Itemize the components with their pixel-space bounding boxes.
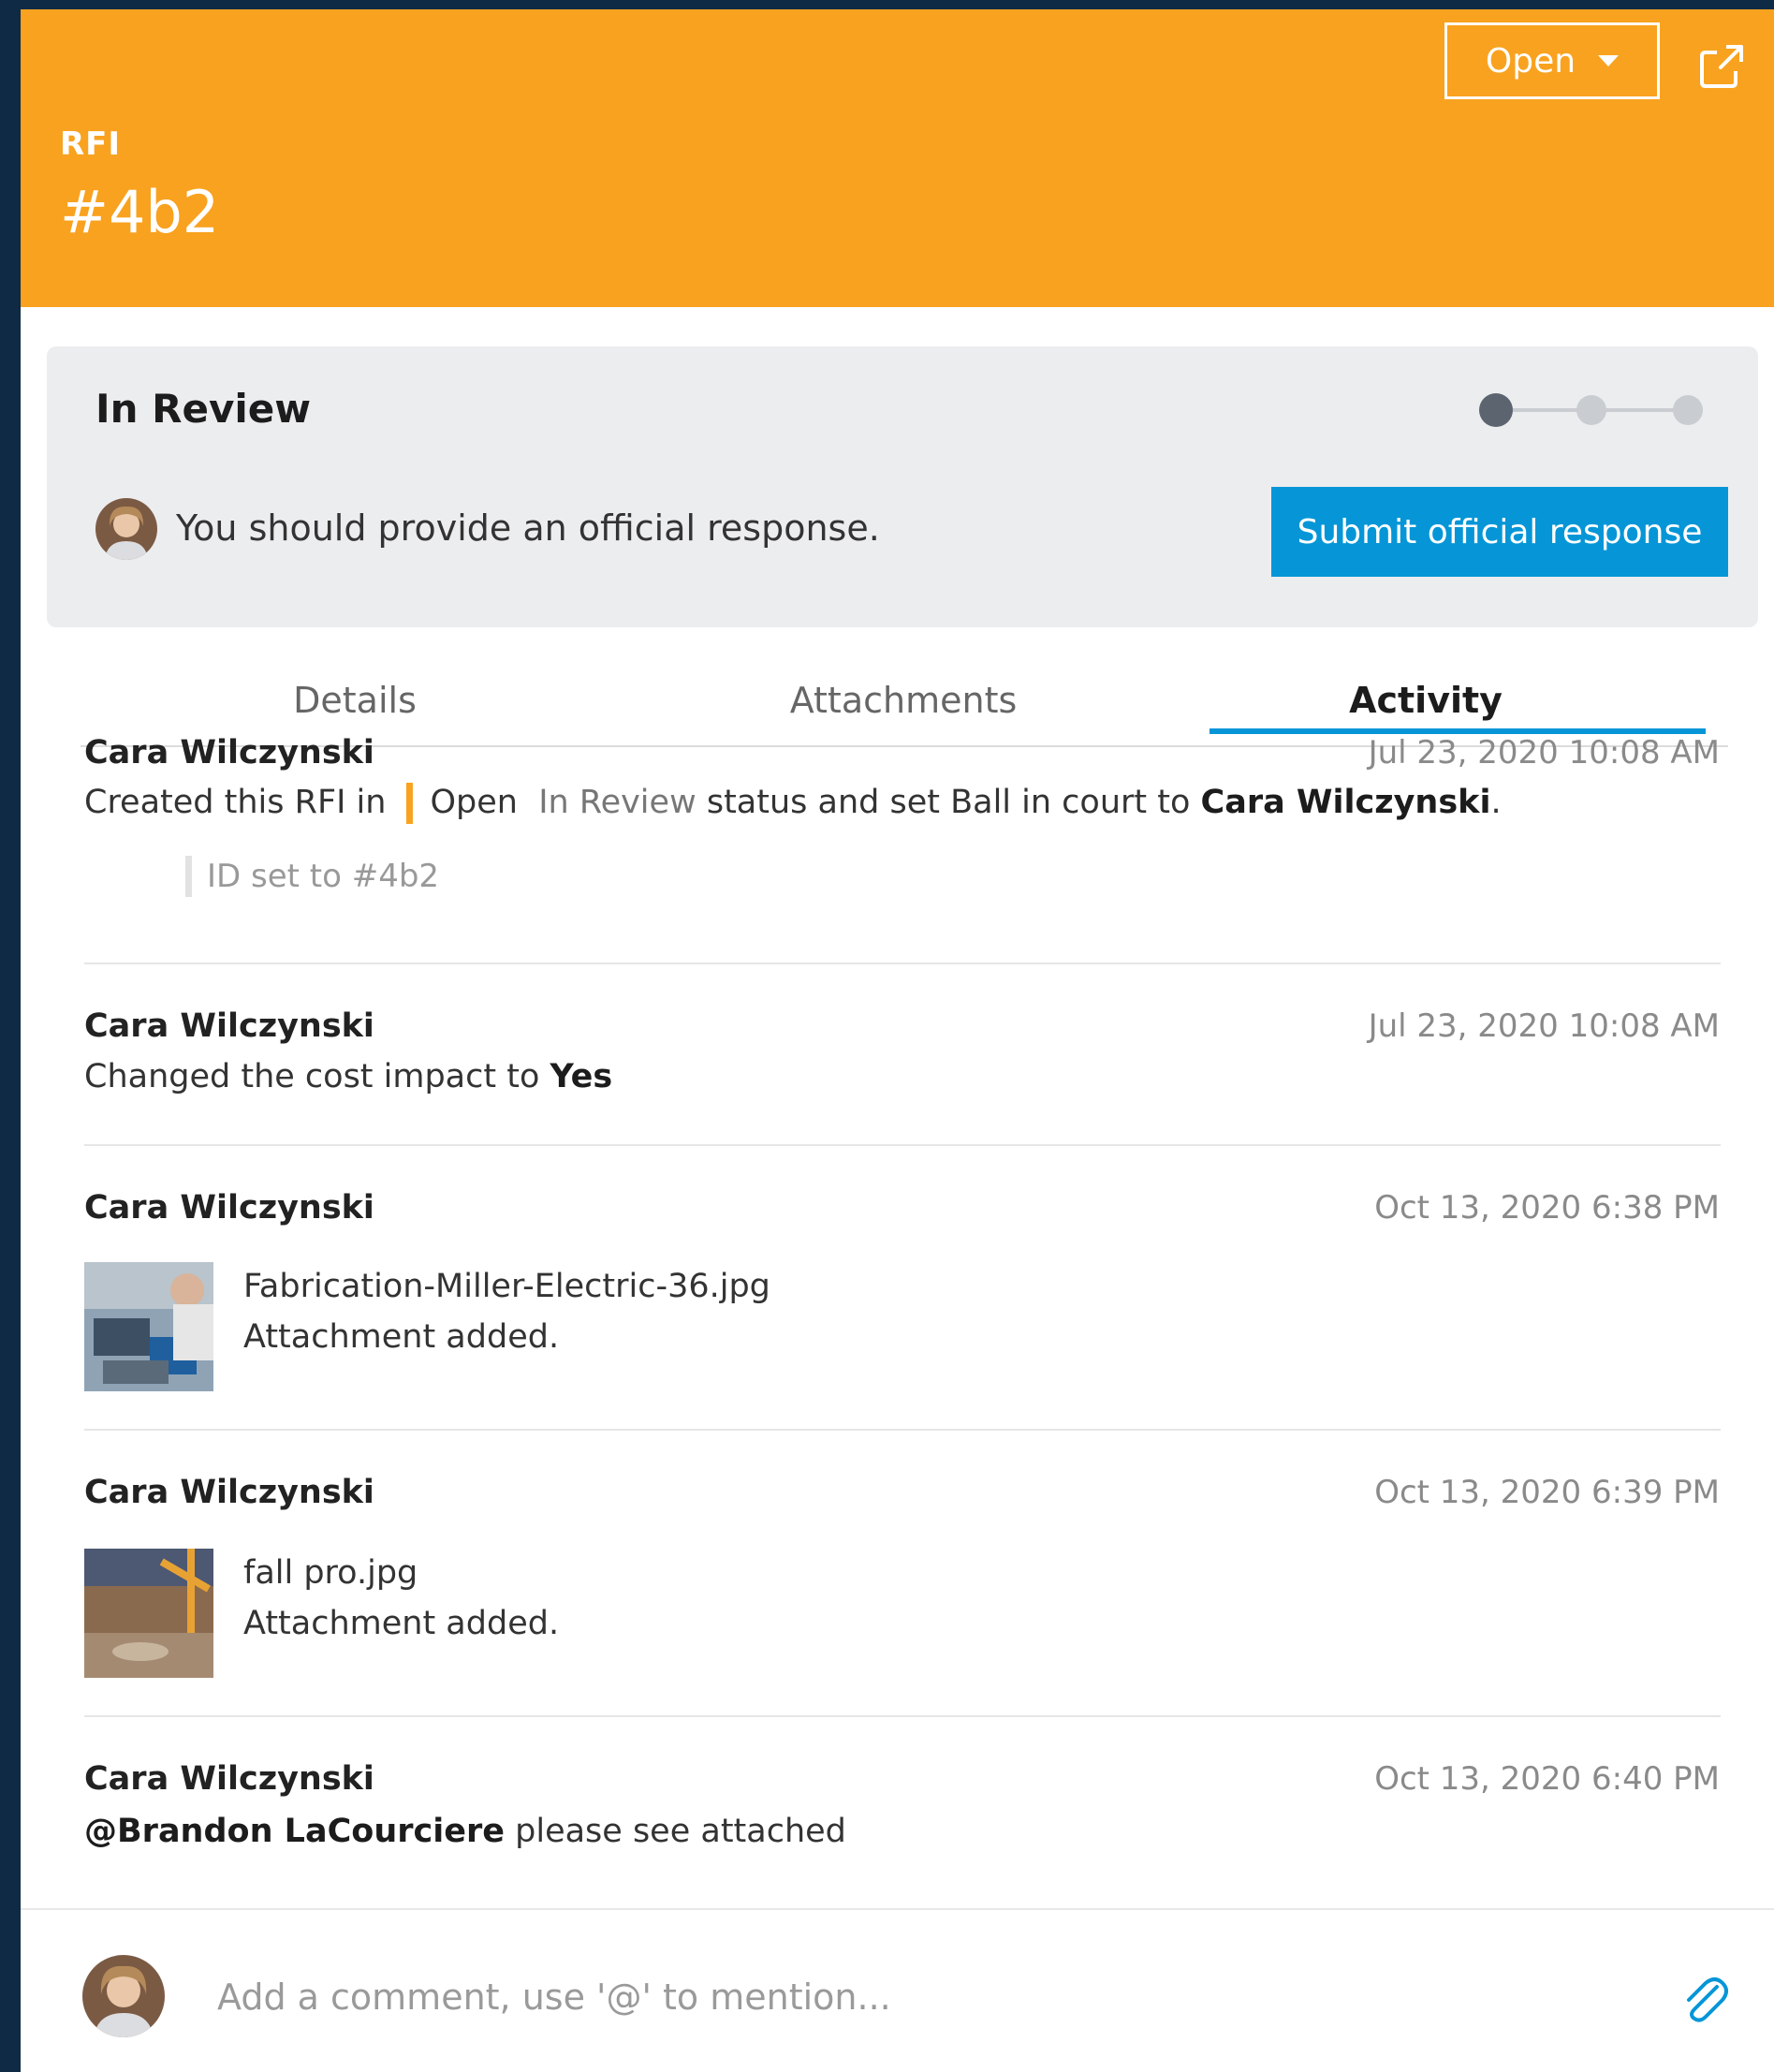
attachment-thumbnail[interactable]	[84, 1549, 213, 1678]
activity-timestamp: Jul 23, 2020 10:08 AM	[1368, 1007, 1720, 1045]
activity-text: .	[1490, 784, 1502, 821]
avatar	[95, 498, 157, 560]
activity-text: Created this RFI in	[84, 784, 387, 821]
caret-down-icon	[1598, 55, 1620, 66]
activity-detail: ID set to #4b2	[185, 856, 439, 897]
rfi-header: RFI #4b2 Open	[21, 9, 1774, 307]
window-frame-left	[0, 0, 21, 2072]
comment-input[interactable]	[215, 1966, 1623, 2028]
activity-author: Cara Wilczynski	[84, 1189, 374, 1227]
review-message: You should provide an official response.	[176, 507, 880, 549]
activity-text: status and set Ball in court to	[706, 784, 1191, 821]
attachment-file-name[interactable]: fall pro.jpg	[243, 1554, 418, 1592]
activity-timestamp: Jul 23, 2020 10:08 AM	[1368, 734, 1720, 771]
rfi-type-label: RFI	[60, 125, 122, 163]
activity-divider	[84, 1715, 1721, 1717]
activity-text: please see attached	[515, 1813, 846, 1850]
status-dropdown-button[interactable]: Open	[1444, 22, 1660, 99]
activity-description: Changed the cost impact to Yes	[84, 1058, 612, 1095]
activity-author: Cara Wilczynski	[84, 734, 374, 771]
rfi-id: #4b2	[60, 178, 220, 246]
submit-official-response-button[interactable]: Submit official response	[1271, 487, 1728, 577]
activity-timestamp: Oct 13, 2020 6:40 PM	[1374, 1760, 1720, 1798]
attachment-thumbnail[interactable]	[84, 1262, 213, 1391]
activity-author: Cara Wilczynski	[84, 1007, 374, 1045]
progress-step-current	[1479, 393, 1513, 427]
window-frame-top	[0, 0, 1774, 9]
activity-timestamp: Oct 13, 2020 6:39 PM	[1374, 1474, 1720, 1511]
review-status-card: In Review You should provide an official…	[47, 346, 1758, 627]
detail-marker	[185, 856, 192, 897]
activity-divider	[84, 1429, 1721, 1431]
progress-step	[1673, 395, 1703, 425]
activity-timestamp: Oct 13, 2020 6:38 PM	[1374, 1189, 1720, 1227]
attachment-note: Attachment added.	[243, 1318, 560, 1356]
status-to: In Review	[538, 784, 696, 821]
status-dropdown-label: Open	[1485, 41, 1576, 81]
tab-attachments[interactable]: Attachments	[629, 655, 1178, 745]
workflow-progress-indicator	[1479, 393, 1703, 427]
activity-divider	[84, 1144, 1721, 1146]
status-from: Open	[430, 784, 518, 821]
activity-author: Cara Wilczynski	[84, 1474, 374, 1511]
attachment-note: Attachment added.	[243, 1605, 560, 1642]
activity-author: Cara Wilczynski	[84, 1760, 374, 1798]
mentioned-user[interactable]: @Brandon LaCourciere	[84, 1813, 505, 1850]
avatar	[82, 1955, 165, 2037]
status-color-marker	[406, 783, 414, 824]
comment-bar	[21, 1908, 1774, 2072]
activity-description: @Brandon LaCourciere please see attached	[84, 1813, 846, 1850]
attachment-file-name[interactable]: Fabrication-Miller-Electric-36.jpg	[243, 1268, 770, 1305]
activity-divider	[84, 963, 1721, 964]
rfi-panel: RFI #4b2 Open In Review You should provi…	[21, 9, 1774, 2072]
paperclip-icon[interactable]	[1676, 1972, 1732, 2028]
activity-description: Created this RFI in Open In Review status…	[84, 783, 1502, 824]
activity-text: Changed the cost impact to	[84, 1058, 540, 1095]
cost-impact-value: Yes	[550, 1058, 613, 1095]
activity-detail-text: ID set to #4b2	[207, 858, 440, 895]
ball-in-court-user: Cara Wilczynski	[1200, 784, 1491, 821]
review-status-title: In Review	[95, 386, 312, 432]
progress-step	[1576, 395, 1606, 425]
share-icon[interactable]	[1694, 37, 1751, 94]
tab-details[interactable]: Details	[81, 655, 629, 745]
